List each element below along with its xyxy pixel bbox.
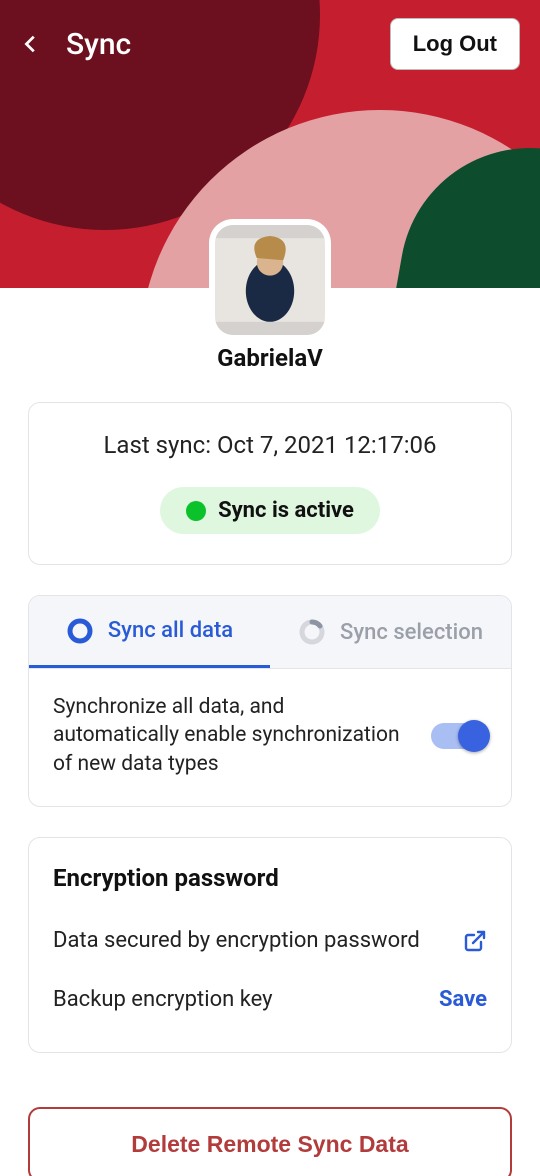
status-dot-icon <box>186 501 206 521</box>
tab-label: Sync selection <box>340 620 483 645</box>
external-link-icon <box>463 929 487 953</box>
sync-tabs: Sync all data Sync selection <box>29 596 511 669</box>
last-sync-label: Last sync: Oct 7, 2021 12:17:06 <box>49 431 491 459</box>
page-title: Sync <box>66 27 131 62</box>
sync-screen: Sync Log Out GabrielaV Last sync: Oct 7,… <box>0 0 540 1176</box>
circle-progress-icon <box>298 618 326 646</box>
delete-remote-data-button[interactable]: Delete Remote Sync Data <box>28 1107 512 1176</box>
back-icon[interactable] <box>20 33 42 55</box>
tab-sync-all[interactable]: Sync all data <box>29 596 270 668</box>
encryption-title: Encryption password <box>53 864 487 892</box>
username: GabrielaV <box>0 344 540 372</box>
avatar[interactable] <box>215 225 325 335</box>
top-bar: Sync Log Out <box>0 16 540 72</box>
encryption-secured-row[interactable]: Data secured by encryption password <box>53 918 487 963</box>
logout-button[interactable]: Log Out <box>390 18 520 70</box>
save-backup-key-button[interactable]: Save <box>439 987 487 1012</box>
encryption-card: Encryption password Data secured by encr… <box>28 837 512 1053</box>
encryption-secured-label: Data secured by encryption password <box>53 928 420 953</box>
sync-status-text: Sync is active <box>218 498 354 523</box>
sync-all-description: Synchronize all data, and automatically … <box>53 693 411 778</box>
circle-open-icon <box>66 617 94 645</box>
tab-label: Sync all data <box>108 618 233 643</box>
sync-status-pill: Sync is active <box>160 487 380 534</box>
sync-options-card: Sync all data Sync selection Synchronize… <box>28 595 512 807</box>
avatar-image <box>215 225 325 335</box>
backup-key-row: Backup encryption key Save <box>53 977 487 1022</box>
backup-key-label: Backup encryption key <box>53 987 273 1012</box>
sync-status-card: Last sync: Oct 7, 2021 12:17:06 Sync is … <box>28 402 512 565</box>
tab-sync-selection[interactable]: Sync selection <box>270 596 511 668</box>
sync-all-toggle[interactable] <box>431 723 487 749</box>
